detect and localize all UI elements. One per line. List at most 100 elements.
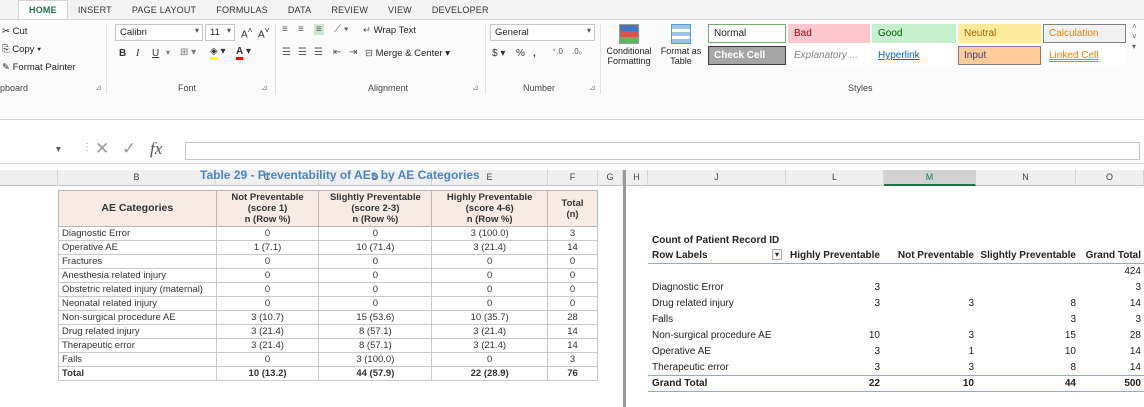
merge-center-button[interactable]: ⊟ Merge & Center ▾ [365, 48, 450, 59]
conditional-formatting-button[interactable]: Conditional Formatting [606, 24, 652, 66]
column-header-b[interactable]: B [58, 170, 216, 186]
cell-style-calculation[interactable]: Calculation [1043, 24, 1126, 43]
align-right-icon[interactable]: ☰ [314, 47, 323, 58]
decrease-font-icon[interactable]: A˅ [258, 25, 270, 40]
bold-button[interactable]: B [119, 48, 126, 59]
insert-function-icon[interactable]: fx [150, 139, 162, 159]
value-cell: 8 (57.1) [318, 324, 433, 339]
column-header-h[interactable]: H [626, 170, 648, 186]
number-format-combo[interactable]: General ▾ [490, 24, 595, 41]
ribbon-tabs: HOME INSERT PAGE LAYOUT FORMULAS DATA REVIEW V… [0, 0, 1144, 20]
decrease-indent-icon[interactable]: ⇤ [333, 47, 341, 58]
dialog-launcher-icon[interactable]: ⊿ [261, 83, 268, 92]
more-icon: ⋮ [82, 142, 92, 153]
column-header-o[interactable]: O [1076, 170, 1144, 186]
dialog-launcher-icon[interactable]: ⊿ [472, 83, 479, 92]
dialog-launcher-icon[interactable]: ⊿ [589, 83, 596, 92]
cell-style-check-cell[interactable]: Check Cell [708, 46, 786, 65]
cut-button[interactable]: ✂ Cut [2, 26, 27, 37]
tab-insert[interactable]: INSERT [68, 5, 122, 19]
increase-font-icon[interactable]: A˄ [241, 25, 253, 40]
gallery-scroll[interactable]: ˄ ˅ ▾ [1132, 22, 1137, 52]
tab-developer[interactable]: DEVELOPER [422, 5, 499, 19]
italic-button[interactable]: I [136, 48, 139, 59]
align-top-icon[interactable]: ≡ [282, 24, 288, 35]
enter-icon[interactable]: ✓ [122, 139, 136, 159]
filter-dropdown-icon[interactable]: ▾ [772, 249, 783, 260]
pivot-value-cell: 3 [874, 298, 880, 309]
wrap-text-button[interactable]: ↵ Wrap Text [363, 25, 416, 36]
cell-style-normal[interactable]: Normal [708, 24, 786, 43]
pivot-value-cell: 3 [874, 282, 880, 293]
preventability-table: AE Categories Not Preventable (score 1) n (… [58, 190, 598, 381]
currency-button[interactable]: $ ▾ [492, 48, 505, 59]
cell-style-neutral[interactable]: Neutral [958, 24, 1041, 43]
merge-icon: ⊟ [365, 48, 373, 59]
column-header-j[interactable]: J [648, 170, 786, 186]
separator [275, 24, 276, 94]
formula-bar: ▾ ⋮ ✕ ✓ fx [0, 138, 1144, 164]
chevron-down-icon[interactable]: ▾ [166, 48, 170, 57]
cell-style-bad[interactable]: Bad [788, 24, 870, 43]
name-box-chevron-icon[interactable]: ▾ [56, 144, 61, 155]
increase-decimal-icon[interactable]: ⁺.0 [552, 47, 563, 56]
pivot-value-cell: 10 [868, 330, 880, 341]
dialog-launcher-icon[interactable]: ⊿ [95, 83, 102, 92]
select-all-corner[interactable] [0, 170, 58, 186]
tab-page-layout[interactable]: PAGE LAYOUT [122, 5, 206, 19]
pivot-value-cell: 28 [1129, 330, 1141, 341]
font-color-icon[interactable]: A ▾ [236, 46, 251, 60]
borders-icon[interactable]: ⊞ ▾ [180, 47, 196, 58]
cancel-icon[interactable]: ✕ [95, 139, 109, 159]
tab-data[interactable]: DATA [278, 5, 321, 19]
formula-input[interactable] [185, 142, 1140, 160]
pivot-value-cell: 3 [968, 330, 974, 341]
pivot-value-cell: 3 [968, 298, 974, 309]
fill-color-icon[interactable]: ◈ ▾ [210, 46, 226, 60]
align-bottom-icon[interactable]: ≡ [314, 24, 324, 35]
cell-style-hyperlink[interactable]: Hyperlink [872, 46, 956, 65]
pivot-column-header: Slightly Preventable [980, 250, 1076, 261]
pane-splitter[interactable] [623, 170, 626, 407]
chevron-down-icon: ▾ [586, 26, 591, 35]
tab-review[interactable]: REVIEW [321, 5, 378, 19]
value-cell: 0 [318, 282, 433, 297]
value-cell: 14 [547, 324, 598, 339]
underline-button[interactable]: U [152, 48, 159, 59]
comma-button[interactable]: , [533, 48, 536, 59]
decrease-decimal-icon[interactable]: .0₀ [572, 47, 582, 56]
format-as-table-button[interactable]: Format as Table [660, 24, 702, 66]
column-header-f[interactable]: F [548, 170, 598, 186]
align-center-icon[interactable]: ☰ [298, 47, 307, 58]
increase-indent-icon[interactable]: ⇥ [349, 47, 357, 58]
column-header-g[interactable]: G [598, 170, 623, 186]
cell-style-linked-cell[interactable]: Linked Cell [1043, 46, 1126, 65]
value-cell: 1 (7.1) [215, 240, 320, 255]
number-group-label: Number [523, 83, 556, 93]
value-cell: 3 (21.4) [215, 324, 320, 339]
column-header-m[interactable]: M [884, 170, 976, 186]
header-line: n (Row %) [244, 214, 291, 225]
tab-formulas[interactable]: FORMULAS [206, 5, 278, 19]
value-cell: 8 (57.1) [318, 338, 433, 353]
align-middle-icon[interactable]: ≡ [298, 24, 304, 35]
table-icon [671, 24, 691, 44]
pivot-value-cell: 14 [1129, 362, 1141, 373]
cell-style-good[interactable]: Good [872, 24, 956, 43]
column-header-n[interactable]: N [976, 170, 1076, 186]
table-row: Therapeutic error 3 (21.4) 8 (57.1) 3 (21.4… [58, 338, 598, 353]
tab-home[interactable]: HOME [18, 0, 68, 19]
value-cell: 15 (53.6) [318, 310, 433, 325]
font-name-combo[interactable]: Calibri ▾ [115, 24, 203, 41]
table-header-row: AE Categories Not Preventable (score 1) n (… [58, 190, 598, 227]
font-size-combo[interactable]: 11 ▾ [205, 24, 235, 41]
percent-button[interactable]: % [516, 48, 525, 59]
cell-style-explanatory[interactable]: Explanatory ... [788, 46, 870, 65]
copy-button[interactable]: ⎘ Copy ▾ [2, 44, 41, 55]
column-header-l[interactable]: L [786, 170, 884, 186]
format-painter-button[interactable]: ✎ Format Painter [2, 62, 75, 73]
tab-view[interactable]: VIEW [378, 5, 422, 19]
align-left-icon[interactable]: ☰ [282, 47, 291, 58]
cell-style-input[interactable]: Input [958, 46, 1041, 65]
orientation-icon[interactable]: ⟋ ▾ [334, 24, 349, 35]
